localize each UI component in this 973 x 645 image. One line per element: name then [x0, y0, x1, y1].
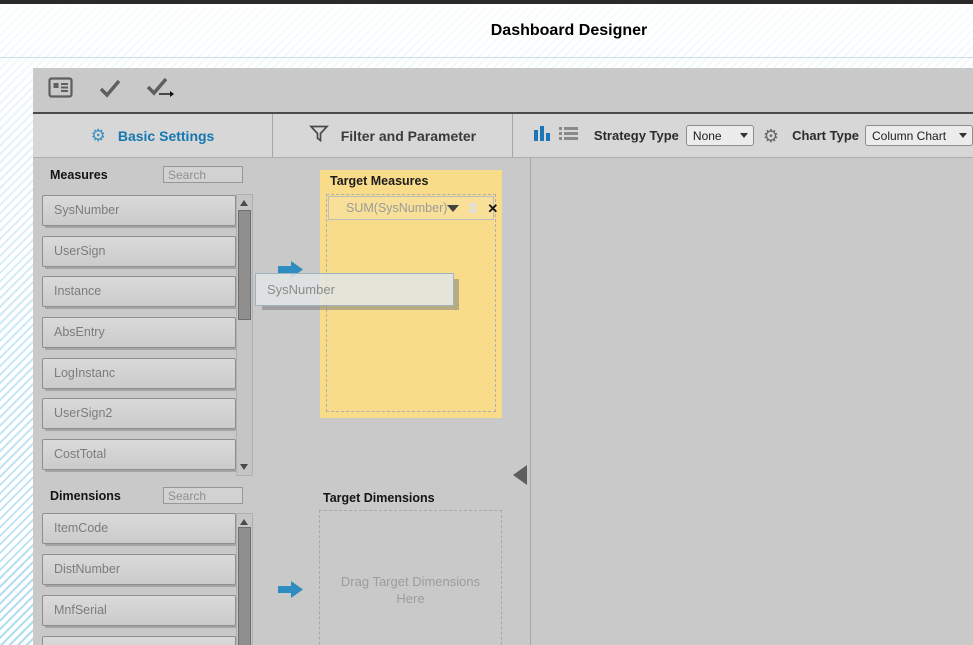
target-dimensions-hint: Drag Target Dimensions Here — [331, 573, 491, 607]
dimension-item[interactable]: ItemCode — [42, 513, 236, 544]
target-dimensions-dropzone[interactable]: Drag Target Dimensions Here — [319, 510, 502, 645]
check-icon — [98, 78, 122, 103]
dimension-item[interactable]: MnfSerial — [42, 595, 236, 626]
target-dimensions-label: Target Dimensions — [323, 491, 435, 505]
chart-type-label: Chart Type — [792, 128, 859, 143]
dimension-item-partial[interactable] — [42, 636, 236, 645]
dimensions-scrollbar-thumb[interactable] — [238, 527, 251, 645]
measure-item[interactable]: SysNumber — [42, 195, 236, 226]
strategy-settings-gear-icon[interactable]: ⚙ — [763, 127, 779, 145]
tab-filter-and-parameter-label: Filter and Parameter — [341, 128, 476, 144]
gear-icon: ⚙ — [91, 127, 106, 144]
measure-item[interactable]: Instance — [42, 276, 236, 307]
dimensions-scrollbar[interactable] — [236, 513, 253, 645]
form-settings-button[interactable] — [46, 76, 74, 104]
dimensions-label: Dimensions — [50, 489, 121, 503]
panel-header-row: ⚙ Basic Settings Filter and Parameter — [33, 112, 973, 158]
target-measure-value: SUM(SysNumber) — [329, 201, 447, 215]
header-divider — [0, 57, 973, 58]
list-icon — [559, 126, 578, 146]
measures-label: Measures — [50, 168, 108, 182]
page-title: Dashboard Designer — [0, 4, 973, 57]
tab-basic-settings[interactable]: ⚙ Basic Settings — [33, 114, 272, 157]
scroll-up-icon[interactable] — [240, 200, 248, 206]
measures-search-input[interactable] — [163, 166, 243, 183]
chart-type-select[interactable]: Column Chart — [865, 125, 973, 146]
filter-icon — [309, 125, 329, 147]
strategy-type-select[interactable]: None — [686, 125, 754, 146]
validate-run-button[interactable] — [146, 76, 174, 104]
validate-button[interactable] — [96, 76, 124, 104]
chart-controls-header: Strategy Type None ⚙ Chart Type Column C… — [513, 114, 973, 157]
content-area: Measures SysNumber UserSign Instance Abs… — [33, 158, 973, 645]
target-measure-pill[interactable]: SUM(SysNumber) ✕ — [328, 196, 494, 220]
measures-scrollbar-thumb[interactable] — [238, 210, 251, 320]
scroll-down-icon[interactable] — [240, 464, 248, 470]
sort-updown-icon[interactable] — [468, 202, 478, 214]
dimensions-search-input[interactable] — [163, 487, 243, 504]
dragging-item[interactable]: SysNumber — [255, 273, 454, 306]
dashboard-designer-app: ⚙ Basic Settings Filter and Parameter — [33, 68, 973, 645]
target-measures-label: Target Measures — [330, 174, 502, 188]
scroll-up-icon[interactable] — [240, 519, 248, 525]
measure-item[interactable]: UserSign — [42, 236, 236, 267]
collapse-panel-handle[interactable] — [513, 465, 527, 485]
form-settings-icon — [48, 77, 73, 103]
assign-dimension-arrow-icon — [278, 580, 303, 599]
chevron-down-icon[interactable] — [447, 205, 459, 212]
bar-chart-icon — [533, 124, 551, 147]
measure-item[interactable]: CostTotal — [42, 439, 236, 470]
strategy-type-label: Strategy Type — [594, 128, 679, 143]
list-view-button[interactable] — [559, 126, 578, 146]
check-arrow-icon — [146, 77, 174, 104]
measure-item[interactable]: AbsEntry — [42, 317, 236, 348]
dimension-item[interactable]: DistNumber — [42, 554, 236, 585]
measure-item[interactable]: UserSign2 — [42, 398, 236, 429]
toolbar — [33, 68, 973, 112]
measure-item[interactable]: LogInstanc — [42, 358, 236, 389]
measures-scrollbar[interactable] — [236, 194, 253, 476]
tab-basic-settings-label: Basic Settings — [118, 128, 214, 144]
tab-filter-and-parameter[interactable]: Filter and Parameter — [272, 114, 513, 157]
bar-chart-view-button[interactable] — [533, 124, 551, 147]
remove-measure-button[interactable]: ✕ — [487, 202, 498, 215]
